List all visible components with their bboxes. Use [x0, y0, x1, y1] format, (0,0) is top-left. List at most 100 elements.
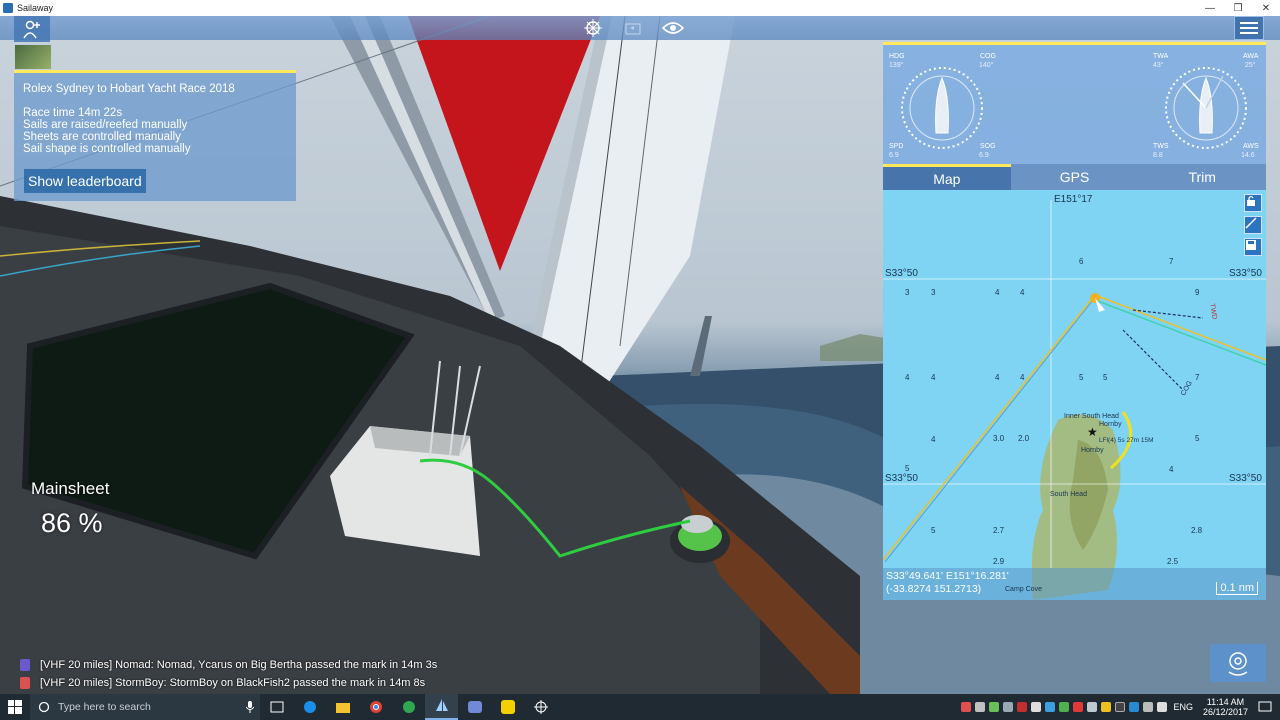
tray-app-icon[interactable]: [1017, 702, 1028, 712]
svg-text:★: ★: [1087, 425, 1098, 439]
depth-sounding: 2.9: [993, 557, 1005, 566]
race-status-lines: Race time 14m 22s Sails are raised/reefe…: [23, 107, 190, 155]
depth-sounding: 4: [931, 435, 936, 444]
sail-shape-status: Sail shape is controlled manually: [23, 143, 191, 155]
sailaway-taskbar-icon[interactable]: [425, 694, 458, 720]
chrome-icon[interactable]: [359, 694, 392, 720]
sheets-status: Sheets are controlled manually: [23, 131, 181, 143]
depth-sounding: 5: [1079, 373, 1084, 382]
depth-sounding: 9: [1195, 288, 1200, 297]
cursor-coordinates: S33°49.641' E151°16.281' (-33.8274 151.2…: [883, 568, 1266, 600]
minimize-button[interactable]: —: [1196, 0, 1224, 16]
lat-label-left-bottom: S33°50: [885, 473, 918, 484]
view-mode-icons: [582, 17, 702, 39]
helm-app-icon[interactable]: [524, 694, 557, 720]
file-explorer-icon[interactable]: [326, 694, 359, 720]
start-button[interactable]: [0, 694, 30, 720]
depth-sounding: 5: [1103, 373, 1108, 382]
sail-control-button[interactable]: [1210, 644, 1266, 682]
sog-value: 6.9: [979, 152, 989, 159]
network-icon[interactable]: [1143, 702, 1154, 712]
depth-sounding: 6: [1079, 257, 1084, 266]
lat-label-right-bottom: S33°50: [1229, 473, 1262, 484]
tray-app-icon[interactable]: [961, 702, 972, 712]
hamburger-icon: [1240, 19, 1258, 37]
show-leaderboard-button[interactable]: Show leaderboard: [24, 169, 146, 193]
depth-sounding: 4: [1169, 465, 1174, 474]
clock[interactable]: 11:14 AM 26/12/2017: [1203, 697, 1248, 717]
clock-date: 26/12/2017: [1202, 707, 1248, 717]
tab-gps[interactable]: GPS: [1011, 164, 1139, 190]
maps-app-icon[interactable]: [392, 694, 425, 720]
depth-sounding: 2.5: [1167, 557, 1179, 566]
race-title: Rolex Sydney to Hobart Yacht Race 2018: [23, 83, 235, 95]
eye-icon[interactable]: [662, 17, 684, 39]
restore-button[interactable]: ❐: [1224, 0, 1252, 16]
camera-icon[interactable]: [622, 17, 644, 39]
depth-sounding: 3.0: [993, 434, 1005, 443]
twa-label: TWA: [1153, 53, 1169, 60]
window-titlebar: Sailaway — ❐ ✕: [0, 0, 1280, 16]
chat-message: [VHF 20 miles] StormBoy: StormBoy on Bla…: [20, 677, 425, 689]
helm-icon[interactable]: [582, 17, 604, 39]
tray-app-icon[interactable]: [989, 702, 1000, 712]
tray-app-icon[interactable]: [1129, 702, 1140, 712]
window-title: Sailaway: [17, 3, 54, 13]
lock-icon: [1247, 195, 1255, 206]
tab-map[interactable]: Map: [883, 164, 1011, 190]
taskbar-search[interactable]: Type here to search: [30, 694, 260, 720]
close-button[interactable]: ✕: [1252, 0, 1280, 16]
aws-value: 14.6: [1241, 152, 1255, 159]
player-avatar[interactable]: [14, 44, 52, 70]
tab-trim[interactable]: Trim: [1138, 164, 1266, 190]
edge-browser-icon[interactable]: [293, 694, 326, 720]
menu-button[interactable]: [1234, 16, 1264, 40]
lock-map-button[interactable]: [1244, 194, 1262, 212]
tray-app-icon[interactable]: [1059, 702, 1070, 712]
save-map-button[interactable]: [1244, 238, 1262, 256]
tray-app-icon[interactable]: [1087, 702, 1098, 712]
tray-icons: [961, 702, 1168, 712]
place-camp-cove: Camp Cove: [1005, 586, 1042, 593]
task-view-icon[interactable]: [260, 694, 293, 720]
microphone-icon[interactable]: [246, 701, 254, 713]
chat-message-text: [VHF 20 miles] StormBoy: StormBoy on Bla…: [40, 677, 426, 689]
tray-app-icon[interactable]: [1045, 702, 1056, 712]
windows-logo-icon: [8, 700, 22, 714]
discord-icon[interactable]: [458, 694, 491, 720]
depth-sounding: 2.8: [1191, 526, 1203, 535]
system-tray: ENG 11:14 AM 26/12/2017: [961, 694, 1280, 720]
save-icon: [1246, 240, 1256, 250]
depth-sounding: 4: [905, 373, 910, 382]
tray-app-icon[interactable]: [1073, 702, 1084, 712]
notifications-icon[interactable]: [1258, 700, 1272, 714]
hdg-label: HDG: [889, 53, 905, 60]
helm-wheel-icon: [1228, 652, 1248, 676]
place-south-head: South Head: [1050, 491, 1087, 498]
lon-label: E151°17: [1054, 194, 1093, 205]
depth-sounding: 2.0: [1018, 434, 1030, 443]
chat-app-icon[interactable]: [491, 694, 524, 720]
volume-icon[interactable]: [1157, 702, 1168, 712]
measure-map-button[interactable]: [1244, 216, 1262, 234]
depth-sounding: 5: [905, 464, 910, 473]
add-user-button[interactable]: [14, 16, 50, 42]
nautical-map[interactable]: ★ E151°17 S33°50 S33°50 S33°50 S33°50 6 …: [883, 190, 1266, 600]
tray-app-icon[interactable]: [1031, 702, 1042, 712]
tray-app-icon[interactable]: [1003, 702, 1014, 712]
add-user-icon: [23, 20, 40, 39]
windows-taskbar: Type here to search ENG 11:14 AM 26/12/2…: [0, 694, 1280, 720]
lat-label-left: S33°50: [885, 268, 918, 279]
lat-label-right: S33°50: [1229, 268, 1262, 279]
language-indicator[interactable]: ENG: [1173, 702, 1193, 712]
race-time: Race time 14m 22s: [23, 107, 123, 119]
tray-app-icon[interactable]: [1115, 702, 1126, 712]
depth-sounding: 3: [931, 288, 936, 297]
light-description: LFl(4) 5s 27m 15M: [1099, 437, 1154, 444]
depth-sounding: 3: [905, 288, 910, 297]
tray-app-icon[interactable]: [975, 702, 986, 712]
coordinates-dms: S33°49.641' E151°16.281': [886, 570, 1009, 582]
team-flag-icon: [20, 677, 30, 689]
tray-app-icon[interactable]: [1101, 702, 1112, 712]
place-hornby: Hornby: [1099, 421, 1122, 428]
